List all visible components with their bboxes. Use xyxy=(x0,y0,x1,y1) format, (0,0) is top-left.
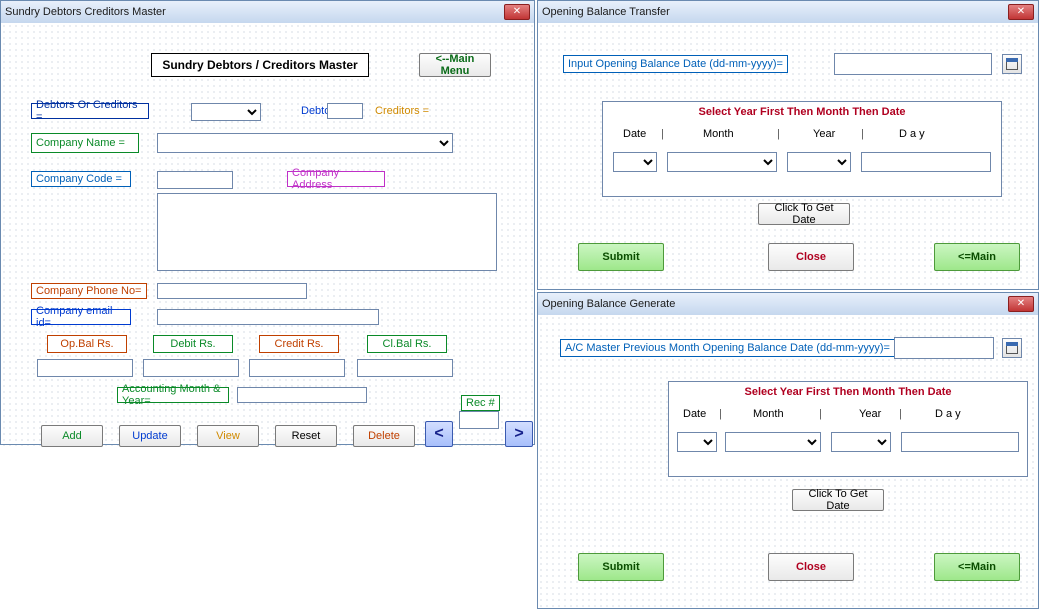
credit-input[interactable] xyxy=(249,359,345,377)
company-name-select[interactable] xyxy=(157,133,453,153)
label-month: Month xyxy=(703,128,734,140)
window-body: A/C Master Previous Month Opening Balanc… xyxy=(538,315,1038,608)
label-company-email: Company email id= xyxy=(31,309,131,325)
window-title-bar[interactable]: Sundry Debtors Creditors Master ✕ xyxy=(1,1,534,23)
window-body: Sundry Debtors / Creditors Master <--Mai… xyxy=(1,23,534,446)
update-button[interactable]: Update xyxy=(119,425,181,447)
day-output xyxy=(861,152,991,172)
label-date: Date xyxy=(623,128,646,140)
date-select[interactable] xyxy=(677,432,717,452)
window-title-bar[interactable]: Opening Balance Transfer ✕ xyxy=(538,1,1038,23)
company-email-input[interactable] xyxy=(157,309,379,325)
next-record-button[interactable]: > xyxy=(505,421,533,447)
label-closing-balance: Cl.Bal Rs. xyxy=(367,335,447,353)
main-button[interactable]: <=Main xyxy=(934,243,1020,271)
submit-button[interactable]: Submit xyxy=(578,553,664,581)
close-button[interactable]: Close xyxy=(768,243,854,271)
label-day: D a y xyxy=(935,408,961,420)
debtors-input[interactable] xyxy=(327,103,363,119)
calendar-icon[interactable] xyxy=(1002,54,1022,74)
label-company-code: Company Code = xyxy=(31,171,131,187)
day-output xyxy=(901,432,1019,452)
date-picker-frame: Select Year First Then Month Then Date D… xyxy=(668,381,1028,477)
label-record-no: Rec # xyxy=(461,395,500,411)
opening-balance-date-input[interactable] xyxy=(834,53,992,75)
close-icon[interactable]: ✕ xyxy=(1008,4,1034,20)
year-select[interactable] xyxy=(831,432,891,452)
record-no-input[interactable] xyxy=(459,411,499,429)
window-title-bar[interactable]: Opening Balance Generate ✕ xyxy=(538,293,1038,315)
label-date: Date xyxy=(683,408,706,420)
label-company-phone: Company Phone No= xyxy=(31,283,147,299)
close-icon[interactable]: ✕ xyxy=(1008,296,1034,312)
label-debit: Debit Rs. xyxy=(153,335,233,353)
label-creditors: Creditors = xyxy=(371,103,435,119)
window-title: Opening Balance Transfer xyxy=(542,6,1004,18)
month-select[interactable] xyxy=(667,152,777,172)
month-select[interactable] xyxy=(725,432,821,452)
opening-balance-transfer-window: Opening Balance Transfer ✕ Input Opening… xyxy=(537,0,1039,290)
date-select[interactable] xyxy=(613,152,657,172)
label-opening-balance-date: Input Opening Balance Date (dd-mm-yyyy)= xyxy=(563,55,788,73)
opening-balance-generate-window: Opening Balance Generate ✕ A/C Master Pr… xyxy=(537,292,1039,609)
click-to-get-date-button[interactable]: Click To Get Date xyxy=(758,203,850,225)
debit-input[interactable] xyxy=(143,359,239,377)
close-button[interactable]: Close xyxy=(768,553,854,581)
date-picker-frame: Select Year First Then Month Then Date D… xyxy=(602,101,1002,197)
window-body: Input Opening Balance Date (dd-mm-yyyy)=… xyxy=(538,23,1038,289)
prev-month-opening-balance-date-input[interactable] xyxy=(894,337,994,359)
date-picker-title: Select Year First Then Month Then Date xyxy=(669,386,1027,398)
year-select[interactable] xyxy=(787,152,851,172)
submit-button[interactable]: Submit xyxy=(578,243,664,271)
previous-record-button[interactable]: < xyxy=(425,421,453,447)
label-prev-month-opening-balance-date: A/C Master Previous Month Opening Balanc… xyxy=(560,339,895,357)
label-debtors-or-creditors: Debtors Or Creditors = xyxy=(31,103,149,119)
accounting-month-year-input[interactable] xyxy=(237,387,367,403)
window-title: Sundry Debtors Creditors Master xyxy=(5,6,500,18)
label-company-address: Company Address xyxy=(287,171,385,187)
company-phone-input[interactable] xyxy=(157,283,307,299)
label-credit: Credit Rs. xyxy=(259,335,339,353)
date-picker-title: Select Year First Then Month Then Date xyxy=(603,106,1001,118)
opening-balance-input[interactable] xyxy=(37,359,133,377)
view-button[interactable]: View xyxy=(197,425,259,447)
debtors-or-creditors-select[interactable] xyxy=(191,103,261,121)
calendar-icon[interactable] xyxy=(1002,338,1022,358)
label-company-name: Company Name = xyxy=(31,133,139,153)
label-month: Month xyxy=(753,408,784,420)
label-year: Year xyxy=(813,128,835,140)
label-opening-balance: Op.Bal Rs. xyxy=(47,335,127,353)
reset-button[interactable]: Reset xyxy=(275,425,337,447)
label-accounting-month-year: Accounting Month & Year= xyxy=(117,387,229,403)
click-to-get-date-button[interactable]: Click To Get Date xyxy=(792,489,884,511)
label-year: Year xyxy=(859,408,881,420)
main-menu-button[interactable]: <--Main Menu xyxy=(419,53,491,77)
window-title: Opening Balance Generate xyxy=(542,298,1004,310)
main-button[interactable]: <=Main xyxy=(934,553,1020,581)
close-icon[interactable]: ✕ xyxy=(504,4,530,20)
delete-button[interactable]: Delete xyxy=(353,425,415,447)
label-day: D a y xyxy=(899,128,925,140)
company-address-textarea[interactable] xyxy=(157,193,497,271)
add-button[interactable]: Add xyxy=(41,425,103,447)
page-title: Sundry Debtors / Creditors Master xyxy=(151,53,369,77)
company-code-input[interactable] xyxy=(157,171,233,189)
closing-balance-input[interactable] xyxy=(357,359,453,377)
sundry-master-window: Sundry Debtors Creditors Master ✕ Sundry… xyxy=(0,0,535,445)
